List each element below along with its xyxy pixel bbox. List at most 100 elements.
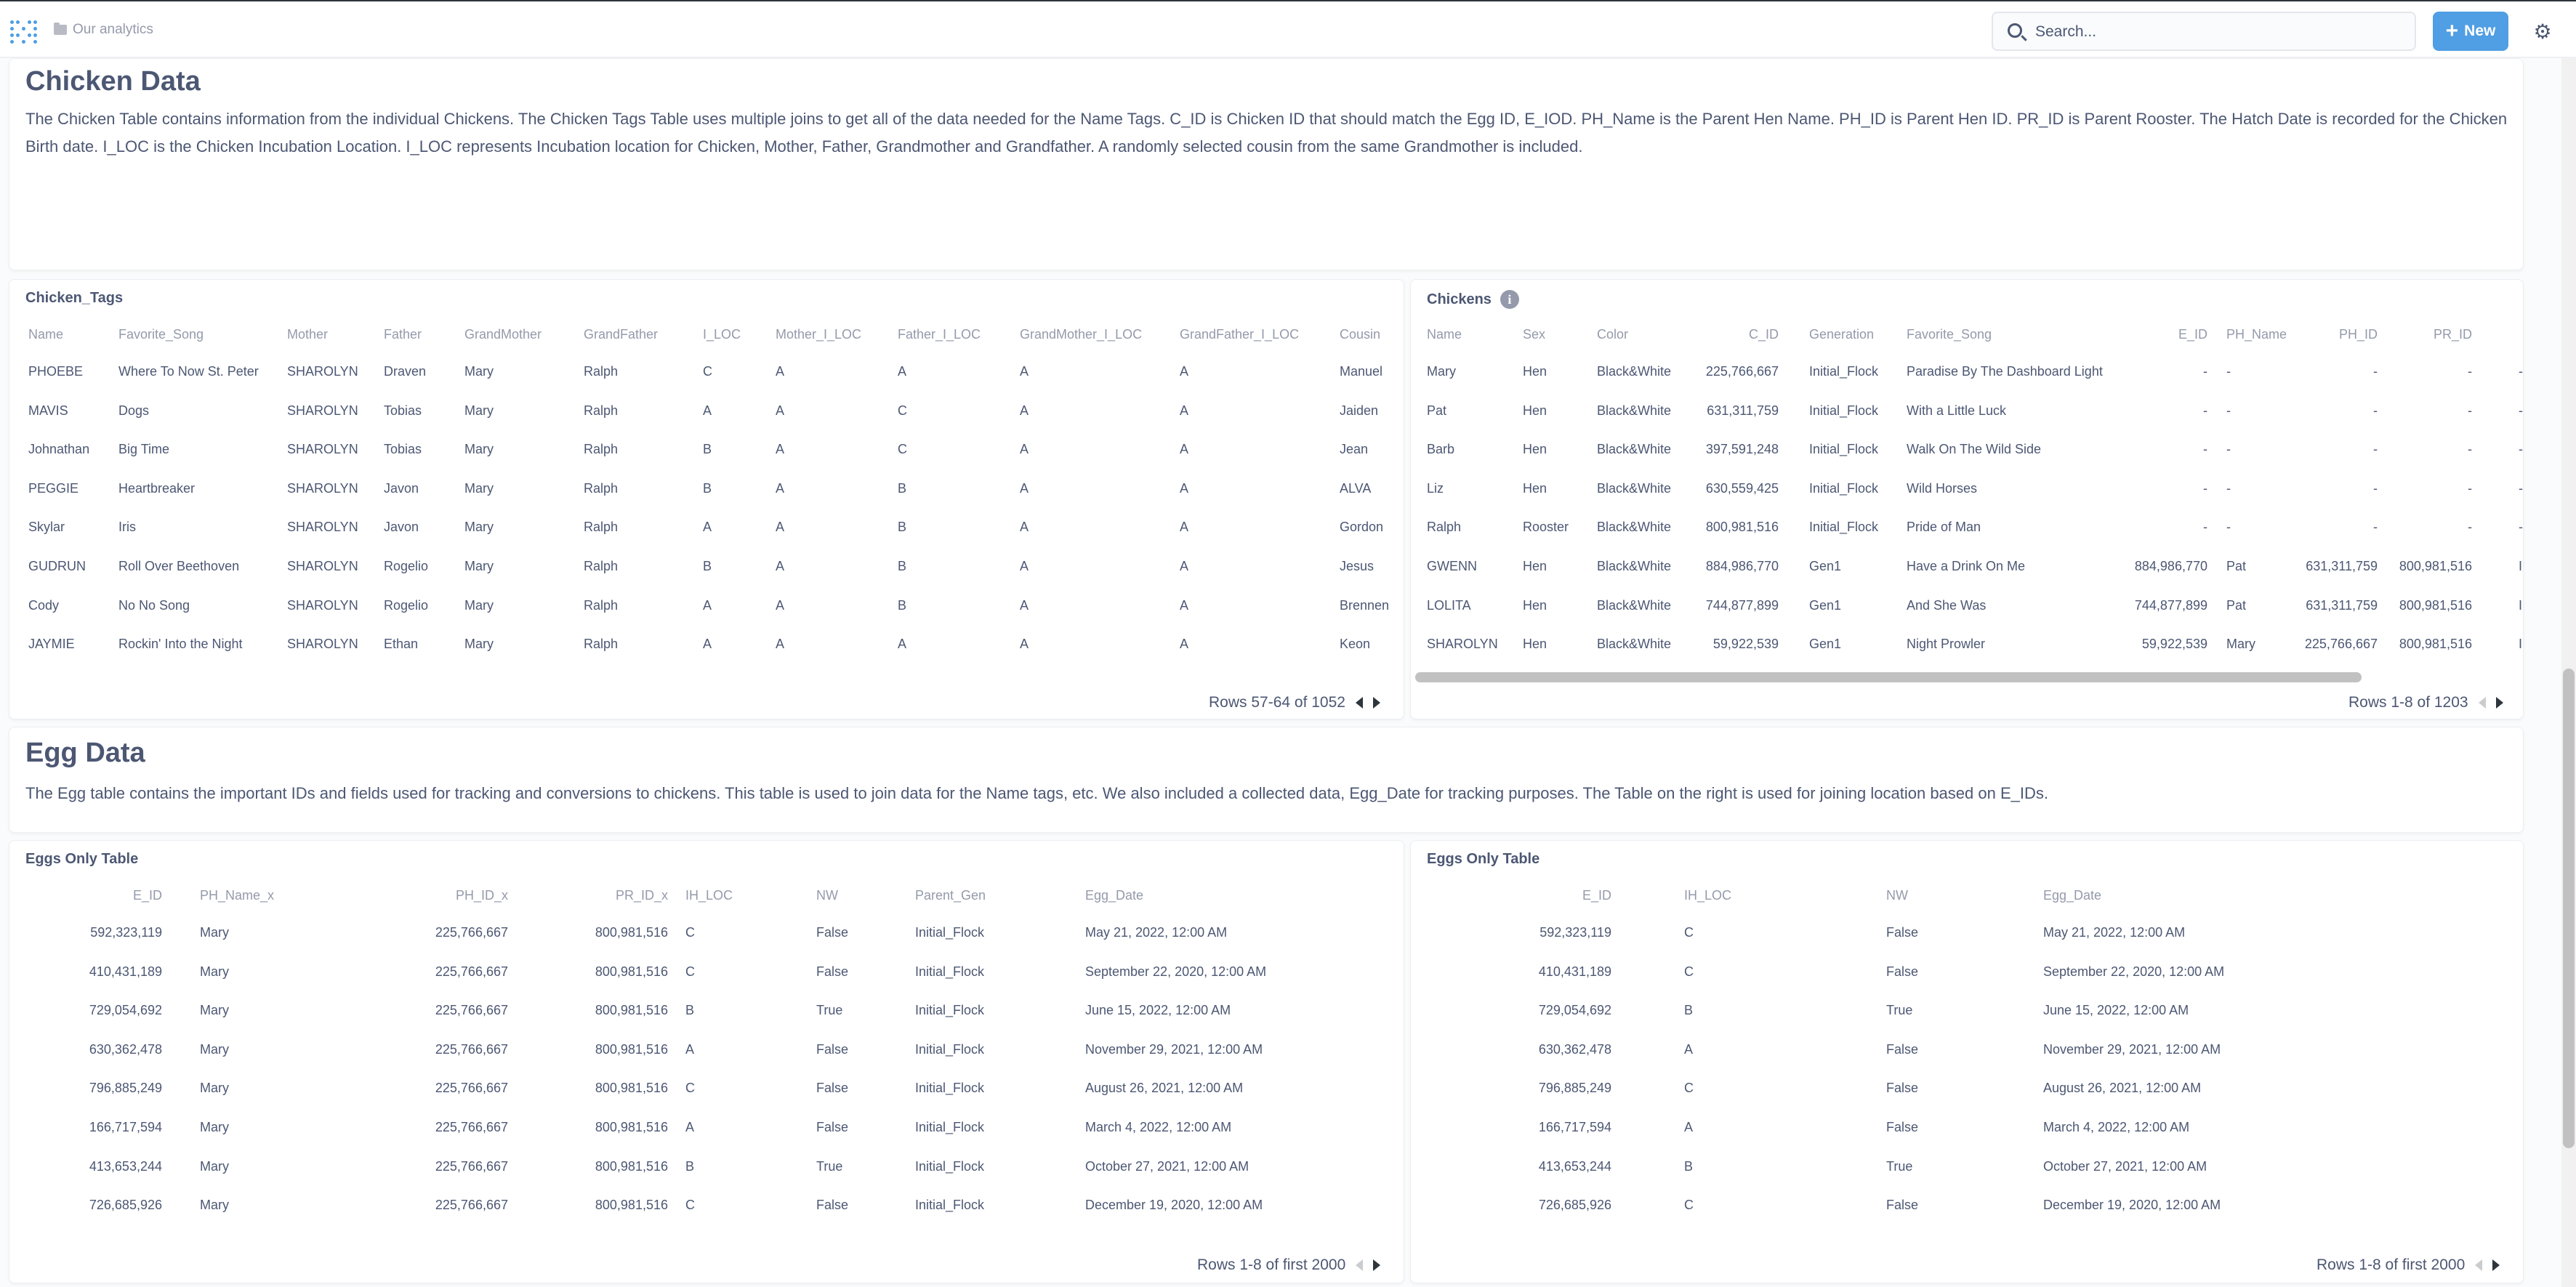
next-page-icon[interactable] <box>1372 697 1380 709</box>
table-cell[interactable]: PHOEBE <box>28 364 116 379</box>
table-cell[interactable]: B <box>703 442 746 457</box>
table-cell[interactable]: March 4, 2022, 12:00 AM <box>1085 1120 1303 1135</box>
table-cell[interactable]: - <box>2519 364 2523 379</box>
table-cell[interactable]: 225,766,667 <box>387 1198 508 1213</box>
table-cell[interactable]: 59,922,539 <box>2113 637 2207 652</box>
table-cell[interactable]: Paradise By The Dashboard Light <box>1907 364 2125 379</box>
table-cell[interactable]: I <box>2519 559 2523 574</box>
table-cell[interactable]: Black&White <box>1597 637 1684 652</box>
table-cell[interactable]: November 29, 2021, 12:00 AM <box>1085 1042 1303 1057</box>
table-cell[interactable]: 631,311,759 <box>2283 598 2378 613</box>
table-cell[interactable]: A <box>1020 481 1151 496</box>
table-cell[interactable]: October 27, 2021, 12:00 AM <box>1085 1159 1303 1174</box>
table-cell[interactable]: Draven <box>384 364 449 379</box>
table-cell[interactable]: I <box>2519 637 2523 652</box>
table-cell[interactable]: May 21, 2022, 12:00 AM <box>1085 925 1303 940</box>
table-cell[interactable]: 800,981,516 <box>2385 637 2472 652</box>
column-header[interactable]: Cousin <box>1340 325 1404 344</box>
table-cell[interactable]: Initial_Flock <box>915 1120 1024 1135</box>
column-header[interactable]: Name <box>1427 325 1507 344</box>
table-cell[interactable]: Wild Horses <box>1907 481 2125 496</box>
table-cell[interactable]: - <box>2283 481 2378 496</box>
table-cell[interactable]: False <box>1886 1081 1944 1096</box>
table-cell[interactable]: B <box>898 598 992 613</box>
table-cell[interactable]: A <box>1180 442 1325 457</box>
table-cell[interactable]: Initial_Flock <box>915 1081 1024 1096</box>
table-cell[interactable]: Initial_Flock <box>1809 520 1896 535</box>
table-cell[interactable]: True <box>816 1159 874 1174</box>
table-cell[interactable]: Mary <box>464 403 552 419</box>
table-cell[interactable]: 166,717,594 <box>82 1120 162 1135</box>
table-cell[interactable]: Mary <box>200 1081 302 1096</box>
table-cell[interactable]: B <box>898 481 992 496</box>
table-cell[interactable]: A <box>1020 559 1151 574</box>
table-cell[interactable]: Mary <box>464 598 552 613</box>
table-cell[interactable]: SHAROLYN <box>1427 637 1507 652</box>
table-cell[interactable]: Iris <box>118 520 264 535</box>
table-cell[interactable]: B <box>1684 1159 1750 1174</box>
table-cell[interactable]: Hen <box>1523 403 1588 419</box>
table-cell[interactable]: False <box>1886 925 1944 940</box>
table-cell[interactable]: SHAROLYN <box>287 442 367 457</box>
table-cell[interactable]: Gen1 <box>1809 598 1896 613</box>
table-cell[interactable]: Ralph <box>1427 520 1507 535</box>
table-cell[interactable]: - <box>2113 442 2207 457</box>
table-cell[interactable]: Ethan <box>384 637 449 652</box>
table-cell[interactable]: MAVIS <box>28 403 116 419</box>
table-cell[interactable]: 592,323,119 <box>1531 925 1611 940</box>
table-cell[interactable]: Jesus <box>1340 559 1404 574</box>
table-cell[interactable]: Barb <box>1427 442 1507 457</box>
table-cell[interactable]: A <box>1020 520 1151 535</box>
table-cell[interactable]: Hen <box>1523 364 1588 379</box>
table-cell[interactable]: A <box>1020 442 1151 457</box>
table-cell[interactable]: Initial_Flock <box>915 1003 1024 1018</box>
column-header[interactable]: IH_LOC <box>685 886 751 905</box>
table-cell[interactable]: - <box>2113 481 2207 496</box>
table-cell[interactable]: Jaiden <box>1340 403 1404 419</box>
table-cell[interactable]: Manuel <box>1340 364 1404 379</box>
table-cell[interactable]: Tobias <box>384 403 449 419</box>
table-cell[interactable]: Initial_Flock <box>1809 481 1896 496</box>
table-cell[interactable]: And She Was <box>1907 598 2125 613</box>
next-page-icon[interactable] <box>2492 1259 2500 1271</box>
table-cell[interactable]: Initial_Flock <box>915 1042 1024 1057</box>
table-cell[interactable]: Gen1 <box>1809 637 1896 652</box>
table-cell[interactable]: - <box>2283 364 2378 379</box>
table-cell[interactable]: Where To Now St. Peter <box>118 364 264 379</box>
card-title[interactable]: Eggs Only Table <box>1427 851 1539 868</box>
table-cell[interactable]: False <box>816 1081 874 1096</box>
table-cell[interactable]: Night Prowler <box>1907 637 2125 652</box>
metabase-logo-icon[interactable] <box>10 20 37 44</box>
table-cell[interactable]: Mary <box>200 964 302 980</box>
table-cell[interactable]: A <box>685 1042 751 1057</box>
table-cell[interactable]: B <box>703 481 746 496</box>
horizontal-scrollbar[interactable] <box>1415 672 2362 682</box>
table-cell[interactable]: Ralph <box>584 403 671 419</box>
column-header[interactable]: PR_ID <box>2385 325 2472 344</box>
previous-page-icon[interactable] <box>1356 1259 1364 1271</box>
table-cell[interactable]: ALVA <box>1340 481 1404 496</box>
table-cell[interactable]: 592,323,119 <box>82 925 162 940</box>
table-cell[interactable]: Big Time <box>118 442 264 457</box>
table-cell[interactable]: 225,766,667 <box>387 1042 508 1057</box>
table-cell[interactable]: 59,922,539 <box>1684 637 1779 652</box>
table-cell[interactable]: - <box>2113 520 2207 535</box>
table-cell[interactable]: Keon <box>1340 637 1404 652</box>
table-cell[interactable]: Hen <box>1523 559 1588 574</box>
table-cell[interactable]: False <box>1886 1042 1944 1057</box>
table-cell[interactable]: Heartbreaker <box>118 481 264 496</box>
table-cell[interactable]: A <box>1180 520 1325 535</box>
table-cell[interactable]: 410,431,189 <box>82 964 162 980</box>
column-header[interactable]: GrandFather <box>584 325 671 344</box>
table-cell[interactable]: A <box>898 364 992 379</box>
table-cell[interactable]: 166,717,594 <box>1531 1120 1611 1135</box>
table-cell[interactable]: LOLITA <box>1427 598 1507 613</box>
table-cell[interactable]: C <box>703 364 746 379</box>
column-header[interactable]: PH_Name_x <box>200 886 302 905</box>
table-cell[interactable]: June 15, 2022, 12:00 AM <box>1085 1003 1303 1018</box>
column-header[interactable]: E_ID <box>1531 886 1611 905</box>
column-header[interactable]: GrandFather_I_LOC <box>1180 325 1325 344</box>
table-cell[interactable]: Ralph <box>584 598 671 613</box>
column-header[interactable]: Mother <box>287 325 367 344</box>
column-header[interactable]: Egg_Date <box>2043 886 2276 905</box>
